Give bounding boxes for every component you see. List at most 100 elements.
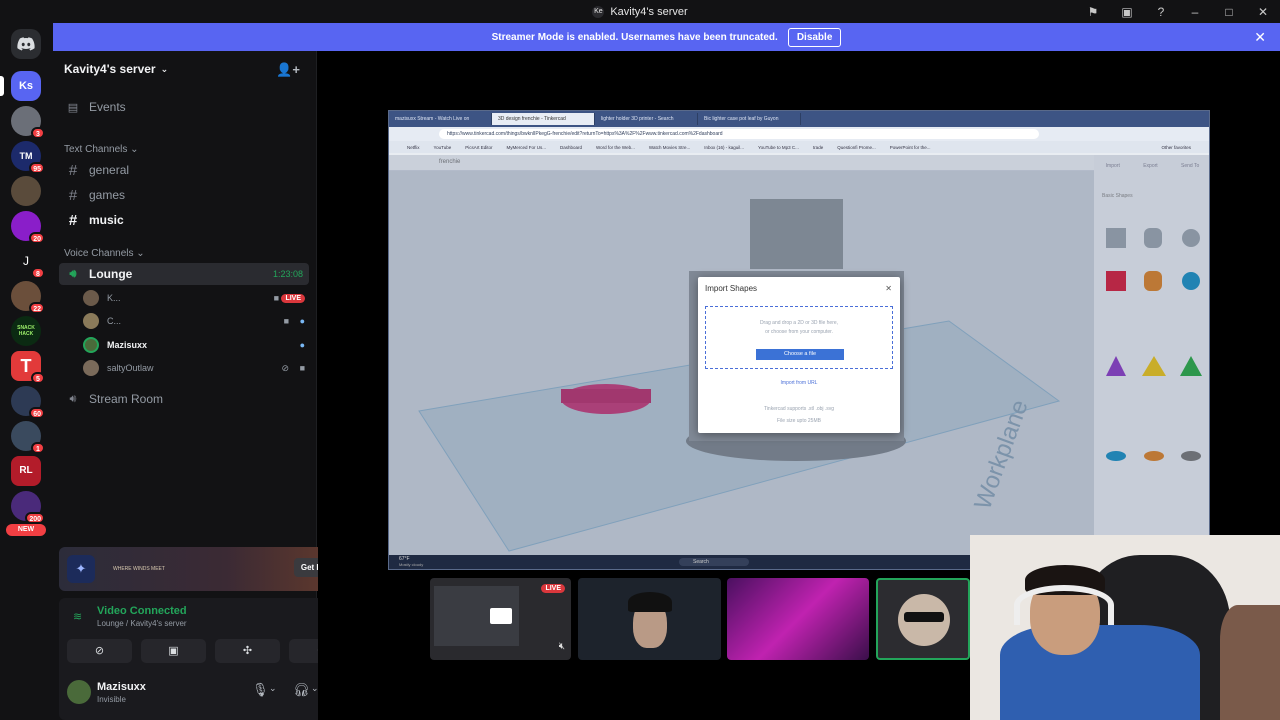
channel-label: games [89,188,126,202]
channel-label: Lounge [89,267,133,281]
title-bar: Ke Kavity4's server ⚑ ▣ ? – □ ✕ [0,0,1280,23]
live-badge: LIVE [541,584,565,593]
guild-item[interactable] [11,176,41,206]
chevron-down-icon: ⌄ [160,63,169,74]
voice-user[interactable]: saltyOutlaw ⊘ ■ [83,358,309,378]
screen-share-icon: ▣ [168,645,179,657]
category-text-channels[interactable]: Text Channels ⌄ [64,144,139,155]
discord-home-icon[interactable] [11,29,41,59]
events-label: Events [89,100,126,114]
participant-tile[interactable] [876,578,970,660]
calendar-icon: ▤ [67,101,79,114]
bookmark: Inbox (16) - kaguil... [704,144,744,150]
voice-user[interactable]: C... ■ ● [83,311,309,331]
guild-item[interactable]: 22 [11,281,45,314]
events-item[interactable]: ▤ Events [59,96,309,118]
muted-speaker-icon[interactable]: 🔇︎ [559,641,565,652]
guild-snack-label: SNACK HACK [17,325,35,337]
taskbar-search: Search [679,558,749,566]
guild-badge: 200 [25,512,45,524]
bookmark: Dashboard [559,144,582,150]
guild-rl-label: RL [19,465,33,476]
screen-share-button[interactable]: ▣ [141,639,206,663]
avatar[interactable] [67,680,91,704]
guild-item[interactable]: 200 [11,491,45,524]
guild-badge: 95 [29,162,45,174]
guild-j[interactable]: J8 [11,246,45,279]
drop-text: Drag and drop a 2D or 3D file here, [759,320,839,326]
guild-item[interactable]: 1 [11,421,45,454]
participant-tile[interactable] [578,578,721,660]
muted-mic-icon: ⊘ [281,362,289,373]
guild-item[interactable]: 60 [11,386,45,419]
channel-general[interactable]: # general [59,159,309,181]
bookmark: YouTube [433,144,452,150]
webcam-hair [628,592,672,612]
bookmark: Word for the Web... [596,144,635,150]
minimize-icon[interactable]: – [1178,5,1212,19]
guild-tm[interactable]: TM 95 [11,141,45,174]
streamer-webcam [970,535,1280,720]
close-banner-icon[interactable]: ✕ [1254,29,1266,46]
headphones-icon[interactable]: 🎧︎ [293,682,310,698]
channel-music[interactable]: # music [59,209,309,231]
stream-video[interactable]: mazisuxx Stream - Watch Live on 3D desig… [388,110,1210,570]
bookmark: Questionfi Prome... [837,144,876,150]
bookmark: Netflix [407,144,420,150]
guild-badge: 8 [31,267,45,279]
voice-user[interactable]: K... ■ LIVE [83,288,309,308]
voice-channel-stream-room[interactable]: 🔊︎ Stream Room [59,388,309,410]
guild-badge: 22 [29,302,45,314]
camera-off-button[interactable]: ⊘ [67,639,132,663]
invite-people-icon[interactable]: 👤+ [276,62,300,78]
browser-address-bar: https://www.tinkercad.com/things/bwknlIP… [389,127,1209,141]
voice-channel-lounge[interactable]: 🔊︎ Lounge 1:23:08 [59,263,309,285]
chevron-down-icon[interactable]: ⌄ [269,683,277,694]
guild-ks[interactable]: Ks [0,71,41,101]
weather-sub: Mostly cloudy [399,562,424,567]
inbox-flag-icon[interactable]: ⚑ [1076,5,1110,19]
sunglasses-icon [904,612,944,622]
drop-text: or choose from your computer. [765,329,833,335]
close-icon: ✕ [885,284,892,293]
username[interactable]: Mazisuxx [97,681,146,693]
guild-item[interactable]: 3 [11,106,45,139]
speaker-icon: 🔊︎ [69,267,77,280]
guild-j-label: J [23,254,29,268]
channel-sidebar: Kavity4's server ⌄ 👤+ ▤ Events Text Chan… [53,51,363,720]
guild-item[interactable]: 20 [11,211,45,244]
guild-rl[interactable]: RL [11,456,41,486]
live-badge: LIVE [281,293,305,303]
participant-tile[interactable] [727,578,869,660]
choose-file-button: Choose a file [756,349,844,360]
disable-streamer-button[interactable]: Disable [787,27,842,47]
activities-icon: ✣ [242,645,253,657]
avatar [83,290,99,306]
guild-t-label: T [20,356,32,376]
hash-icon: # [68,186,78,204]
drop-zone: Drag and drop a 2D or 3D file here, or ch… [705,306,893,369]
channel-games[interactable]: # games [59,184,309,206]
close-window-icon[interactable]: ✕ [1246,5,1280,19]
voice-location[interactable]: Lounge / Kavity4's server [97,619,187,628]
category-label: Voice Channels [64,248,134,259]
channel-label: music [89,213,124,227]
maximize-icon[interactable]: □ [1212,5,1246,19]
bookmark: PowerPoint for the... [889,144,931,150]
new-badge[interactable]: NEW [6,524,46,536]
voice-user[interactable]: Mazisuxx ● [83,335,309,355]
avatar [83,313,99,329]
participant-tile[interactable]: LIVE 🔇︎ [430,578,571,660]
help-icon[interactable]: ? [1144,5,1178,19]
activities-button[interactable]: ✣ [215,639,280,663]
guild-snack-hack[interactable]: SNACK HACK [11,316,41,346]
bookmark: trade [812,144,824,150]
server-header[interactable]: Kavity4's server ⌄ 👤+ [53,51,316,87]
voice-status[interactable]: Video Connected [97,605,187,617]
screen-share-icon[interactable]: ▣ [1110,5,1144,19]
browser-tab: mazisuxx Stream - Watch Live on [389,113,492,125]
guild-t[interactable]: T5 [11,351,45,384]
microphone-icon[interactable]: 🎙︎ [252,682,269,698]
category-voice-channels[interactable]: Voice Channels ⌄ [64,248,145,259]
banner-text: Streamer Mode is enabled. Usernames have… [491,31,778,43]
